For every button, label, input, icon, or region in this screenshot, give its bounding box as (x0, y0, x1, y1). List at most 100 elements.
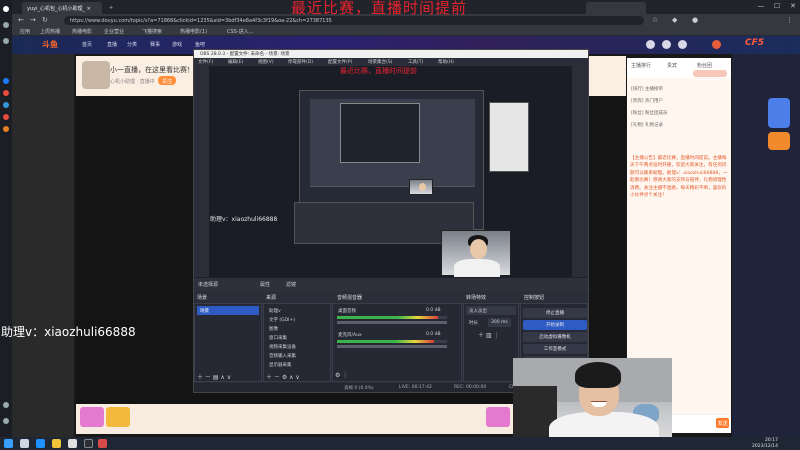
duration-input[interactable]: 300 ms (488, 318, 511, 327)
gift-item[interactable] (106, 407, 130, 427)
source-item[interactable]: 显示器采集 (266, 360, 328, 369)
mixer-dock: 桌面音频 0.0 dB 麦克风/Aux 0.0 dB ⚙ ⋮ (332, 303, 462, 382)
start-recording-button[interactable]: 开始录制 (523, 320, 587, 330)
user-icon[interactable] (646, 40, 655, 49)
browser-icon[interactable] (36, 439, 45, 448)
sources-footer[interactable]: ＋ － ⚙ ∧ ∨ (266, 372, 300, 381)
gear-icon[interactable] (3, 418, 9, 424)
sources-dock-title: 来源 (266, 295, 277, 301)
tab-vip[interactable]: 贵宾 (667, 62, 677, 69)
more-icon[interactable]: ⋮ (786, 16, 793, 24)
mixer-track-db: 0.0 dB (426, 308, 441, 313)
side-ad[interactable] (768, 132, 790, 150)
app-icon[interactable] (98, 439, 107, 448)
nav-live[interactable]: 直播 (107, 41, 117, 48)
minimize-button[interactable]: — (754, 2, 768, 10)
app-icon[interactable] (3, 90, 9, 96)
tab-secondary[interactable] (586, 2, 646, 14)
avatar[interactable] (712, 40, 721, 49)
menu-profile[interactable]: 配置文件(P) (328, 59, 352, 65)
maximize-button[interactable]: ☐ (770, 2, 784, 10)
stop-streaming-button[interactable]: 停止直播 (523, 308, 587, 318)
left-sidebar (0, 0, 12, 437)
tab-icon[interactable] (3, 22, 9, 28)
site-logo[interactable]: 斗鱼 (42, 39, 58, 50)
close-button[interactable]: ✕ (786, 2, 800, 10)
mixer-fader[interactable] (337, 321, 447, 324)
gift-item[interactable] (80, 407, 104, 427)
settings-icon[interactable] (3, 402, 9, 408)
tab-ranking[interactable]: 主播排行 (631, 62, 651, 69)
streamer-avatar[interactable] (82, 61, 110, 89)
tab-active[interactable]: yuyi_心机包_心机小助理_ × (22, 2, 102, 14)
obs-icon[interactable] (84, 439, 93, 448)
search-icon[interactable] (20, 439, 29, 448)
scene-item[interactable]: 场景 (197, 306, 259, 315)
back-icon[interactable]: ← (18, 16, 24, 24)
chat-list-item: [礼物] 礼物记录 (631, 123, 663, 128)
send-button[interactable]: 发送 (716, 418, 729, 428)
side-ad[interactable] (768, 98, 790, 128)
menu-scene-collection[interactable]: 场景集合(S) (368, 59, 392, 65)
source-item[interactable]: 音频输入采集 (266, 351, 328, 360)
new-tab-button[interactable]: + (104, 2, 116, 14)
profile-icon[interactable]: ● (692, 16, 698, 24)
status-live: LIVE: 00:17:42 (399, 385, 432, 390)
app-icon-3[interactable] (3, 114, 9, 120)
scenes-footer[interactable]: ＋ － ▤ ∧ ∨ (197, 372, 231, 381)
source-item[interactable]: 图像 (266, 324, 328, 333)
app-icon[interactable] (68, 439, 77, 448)
transitions-footer[interactable]: ＋ ▥ ⋮ (478, 330, 499, 339)
obs-source-toolbar: 未选择源 属性 滤镜 (194, 277, 588, 291)
menu-tools[interactable]: 工具(T) (408, 59, 423, 65)
nav-home[interactable]: 首页 (82, 41, 92, 48)
virtual-camera-button[interactable]: 启动虚拟摄像机 (523, 332, 587, 342)
forward-icon[interactable]: → (30, 16, 36, 24)
menu-view[interactable]: 视图(V) (258, 59, 274, 65)
bookmark-item[interactable]: 热播电影(1) (180, 28, 207, 35)
source-item[interactable]: 助理v (266, 306, 328, 315)
nav-games[interactable]: 游戏 (172, 41, 182, 48)
reload-icon[interactable]: ↻ (42, 16, 48, 24)
app-icon-4[interactable] (3, 126, 9, 132)
bookmark-item[interactable]: 应用 (20, 28, 30, 35)
transition-select[interactable]: 淡入淡出 (466, 306, 516, 315)
bookmark-item[interactable]: 热播电影 (72, 28, 92, 35)
source-item[interactable]: 窗口采集 (266, 333, 328, 342)
obs-preview[interactable] (209, 66, 572, 277)
windows-start-icon[interactable] (4, 439, 13, 448)
history-icon[interactable] (3, 38, 9, 44)
studio-mode-button[interactable]: 工作室模式 (523, 344, 587, 354)
properties-button[interactable]: 属性 (260, 281, 270, 288)
mixer-footer[interactable]: ⚙ ⋮ (335, 372, 348, 381)
taskbar: 20:17 2023/12/14 (0, 437, 800, 450)
nav-events[interactable]: 赛事 (150, 41, 160, 48)
app-icon-2[interactable] (3, 102, 9, 108)
star-icon[interactable]: ☆ (652, 16, 658, 24)
menu-file[interactable]: 文件(F) (198, 59, 213, 65)
filters-button[interactable]: 滤镜 (286, 281, 296, 288)
nav-forum[interactable]: 鱼吧 (195, 41, 205, 48)
gift-item[interactable] (486, 407, 510, 427)
folder-icon[interactable] (52, 439, 61, 448)
bookmark-item[interactable]: 上周热播 (40, 28, 60, 35)
menu-edit[interactable]: 编辑(E) (228, 59, 243, 65)
source-item[interactable]: 视频采集设备 (266, 342, 328, 351)
message-icon[interactable] (662, 40, 671, 49)
tab-fans[interactable]: 粉丝团 (697, 62, 712, 69)
follow-button[interactable]: 关注 (158, 76, 177, 85)
extensions-icon[interactable]: ◆ (672, 16, 677, 24)
history-icon[interactable] (678, 40, 687, 49)
event-logo[interactable]: CF5 (745, 38, 764, 48)
nav-category[interactable]: 分类 (127, 41, 137, 48)
bookmark-item[interactable]: 企业营业 (104, 28, 124, 35)
menu-help[interactable]: 帮助(H) (438, 59, 454, 65)
menu-docks[interactable]: 停靠部件(D) (288, 59, 313, 65)
extension-icon[interactable] (3, 78, 9, 84)
source-item[interactable]: 文字 (GDI+) (266, 315, 328, 324)
bookmark-item[interactable]: CSS-进入... (227, 28, 253, 35)
rank-button[interactable] (693, 70, 727, 77)
bookmark-item[interactable]: 飞猫搜索 (142, 28, 162, 35)
mixer-fader[interactable] (337, 345, 447, 348)
menu-icon[interactable] (3, 6, 9, 12)
